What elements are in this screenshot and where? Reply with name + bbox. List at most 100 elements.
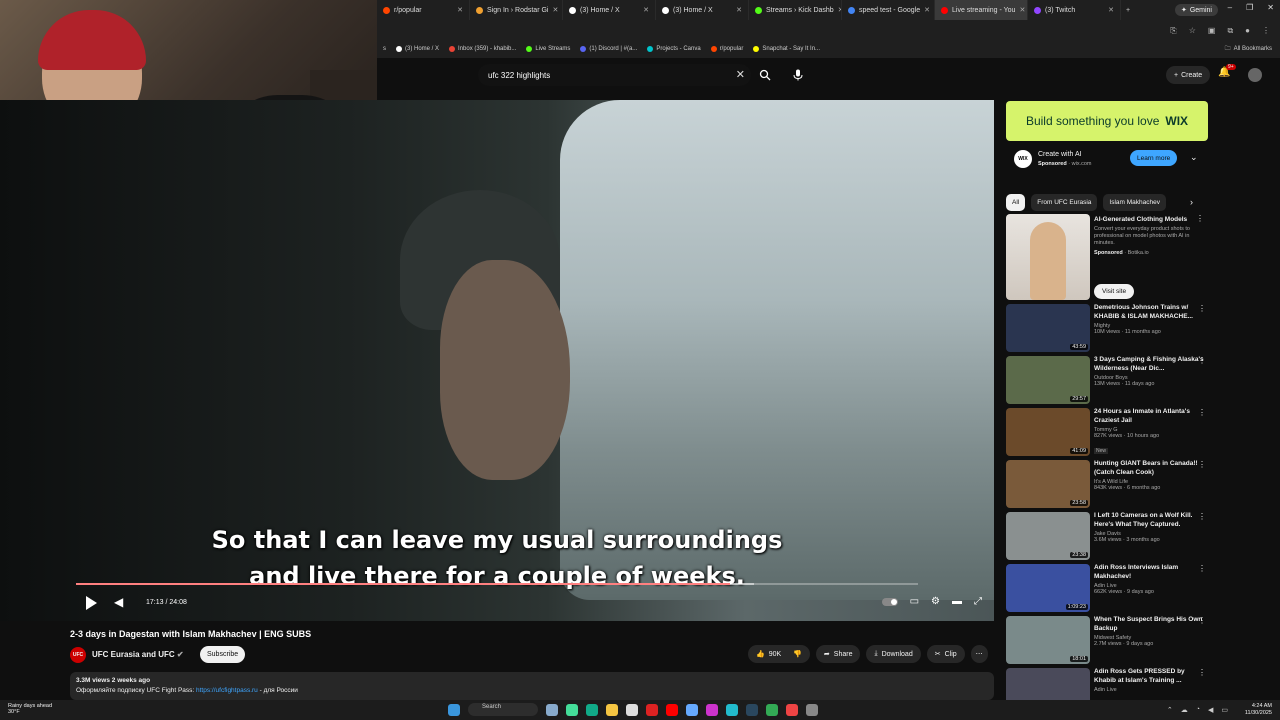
bookmark-star-icon[interactable]: ☆ [1189, 26, 1196, 36]
app-icon-green[interactable] [766, 703, 778, 716]
close-tab-icon[interactable]: ✕ [1019, 6, 1025, 14]
taskbar-search[interactable]: Search [468, 703, 538, 716]
copilot-icon[interactable] [566, 703, 578, 716]
recommended-video[interactable]: 23:58 Hunting GIANT Bears in Canada!! (C… [1006, 460, 1220, 508]
voice-search-button[interactable] [787, 64, 809, 86]
create-button[interactable]: + Create [1166, 66, 1211, 84]
close-tab-icon[interactable]: ✕ [736, 6, 742, 14]
windows-start-icon[interactable] [448, 703, 460, 716]
extensions-icon[interactable]: ⧉ [1227, 26, 1233, 36]
browser-tab[interactable]: Sign In › Rodstar Gi ✕ [470, 0, 563, 20]
bookmark-item[interactable]: Inbox (359) - khabib... [449, 46, 516, 52]
onedrive-icon[interactable]: ☁ [1181, 706, 1188, 714]
more-vert-icon[interactable]: ⋮ [1198, 564, 1206, 573]
recommended-video[interactable]: 1:09:23 Adin Ross Interviews Islam Makha… [1006, 564, 1220, 612]
gemini-button[interactable]: ✦ Gemini [1174, 4, 1218, 16]
browser-tab[interactable]: r/popular ✕ [377, 0, 470, 20]
bookmark-item[interactable]: Live Streams [526, 46, 570, 52]
visit-site-button[interactable]: Visit site [1094, 284, 1135, 299]
video-thumbnail[interactable]: 23:58 [1006, 460, 1090, 508]
more-vert-icon[interactable]: ⋮ [1198, 356, 1206, 365]
channel-name[interactable]: UFC Eurasia and UFC ✔ [92, 650, 184, 659]
steam-icon[interactable] [746, 703, 758, 716]
thumbs-down-icon[interactable]: 👎 [793, 650, 802, 658]
bookmark-item[interactable]: Projects - Canva [647, 46, 701, 52]
video-description[interactable]: 3.3M views 2 weeks ago Оформляйте подпис… [70, 672, 994, 700]
search-button[interactable] [753, 64, 777, 86]
description-link[interactable]: https://ufcfightpass.ru [196, 687, 258, 694]
filter-chip[interactable]: From UFC Eurasia [1031, 194, 1098, 211]
bookmark-item[interactable]: r/popular [710, 46, 743, 52]
volume-icon[interactable]: ◀ [114, 595, 123, 609]
sponsored-video[interactable]: AI-Generated Clothing Models Convert you… [1006, 214, 1220, 300]
settings-icon[interactable] [806, 703, 818, 716]
clear-search-icon[interactable]: ✕ [736, 68, 745, 81]
close-tab-icon[interactable]: ✕ [924, 6, 930, 14]
autoplay-toggle[interactable] [881, 597, 898, 606]
download-button[interactable]: ⤓ Download [866, 645, 921, 663]
filter-chip[interactable]: Islam Makhachev [1103, 194, 1166, 211]
sidebar-ad[interactable]: Build something you love WIX [1006, 101, 1208, 171]
app-icon-blue[interactable] [686, 703, 698, 716]
browser-tab[interactable]: (3) Home / X ✕ [656, 0, 749, 20]
settings-gear-icon[interactable]: ⚙ [931, 596, 940, 607]
bookmark-item[interactable]: (1) Discord | #(a... [580, 46, 637, 52]
notifications-button[interactable]: 🔔 9+ [1218, 64, 1236, 78]
volume-tray-icon[interactable]: ◀ [1208, 706, 1213, 714]
cast-icon[interactable]: ⎘ [1170, 26, 1176, 36]
video-thumbnail[interactable]: 43:59 [1006, 304, 1090, 352]
more-vert-icon[interactable]: ⋮ [1198, 512, 1206, 521]
close-tab-icon[interactable]: ✕ [1108, 6, 1114, 14]
video-player[interactable]: So that I can leave my usual surrounding… [0, 100, 994, 621]
bookmark-partial[interactable]: s [383, 46, 386, 52]
video-progress-bar[interactable] [76, 583, 918, 585]
app-icon-teal[interactable] [726, 703, 738, 716]
edge-icon[interactable] [586, 703, 598, 716]
share-button[interactable]: ➦ Share [815, 645, 861, 663]
weather-widget[interactable]: Rainy days ahead 30°F [8, 703, 52, 715]
close-tab-icon[interactable]: ✕ [457, 6, 463, 14]
more-actions-button[interactable]: ⋯ [970, 645, 988, 663]
chevron-down-icon[interactable]: ⌄ [1190, 152, 1198, 163]
all-bookmarks[interactable]: 🗀 All Bookmarks [1225, 44, 1272, 54]
ad-banner[interactable]: Build something you love WIX [1006, 101, 1208, 141]
like-button[interactable]: 👍 90K 👎 [748, 645, 810, 663]
browser-tab[interactable]: Live streaming - You ✕ [935, 0, 1028, 20]
captions-icon[interactable]: ▭ [910, 596, 919, 607]
theater-mode-icon[interactable]: ▬ [952, 596, 962, 607]
close-window-icon[interactable]: ✕ [1267, 3, 1274, 12]
learn-more-button[interactable]: Learn more [1130, 150, 1178, 166]
video-thumbnail[interactable]: 18:01 [1006, 616, 1090, 664]
more-vert-icon[interactable]: ⋮ [1198, 408, 1206, 417]
recommended-video[interactable]: 23:38 I Left 10 Cameras on a Wolf Kill. … [1006, 512, 1220, 560]
wifi-icon[interactable]: ◔ [1196, 706, 1200, 714]
recommended-video[interactable]: 41:09 24 Hours as Inmate in Atlanta's Cr… [1006, 408, 1220, 456]
profile-icon[interactable]: ● [1245, 26, 1250, 36]
browser-tab[interactable]: (3) Home / X ✕ [563, 0, 656, 20]
chevron-right-icon[interactable]: › [1190, 197, 1193, 207]
more-vert-icon[interactable]: ⋮ [1198, 668, 1206, 677]
fullscreen-icon[interactable]: ⤢ [974, 596, 982, 607]
clock[interactable]: 4:24 AM 11/30/2025 [1245, 703, 1272, 716]
subscribe-button[interactable]: Subscribe [200, 646, 246, 663]
youtube-app-icon[interactable] [666, 703, 678, 716]
filter-chip[interactable]: All [1006, 194, 1026, 211]
channel-avatar[interactable]: UFC [70, 647, 86, 663]
video-thumbnail[interactable]: 29:57 [1006, 356, 1090, 404]
widgets-icon[interactable] [546, 703, 558, 716]
more-vert-icon[interactable]: ⋮ [1198, 304, 1206, 313]
tray-chevron-icon[interactable]: ⌃ [1167, 706, 1173, 714]
file-explorer-icon[interactable] [606, 703, 618, 716]
close-tab-icon[interactable]: ✕ [643, 6, 649, 14]
sidepanel-icon[interactable]: ▣ [1208, 26, 1216, 36]
more-vert-icon[interactable]: ⋮ [1198, 616, 1206, 625]
bookmark-item[interactable]: (3) Home / X [396, 46, 439, 52]
minimize-icon[interactable]: – [1228, 3, 1232, 12]
battery-icon[interactable]: ▭ [1221, 706, 1228, 714]
video-thumbnail[interactable]: 41:09 [1006, 408, 1090, 456]
maximize-icon[interactable]: ❐ [1246, 3, 1253, 12]
recommended-video[interactable]: 29:57 3 Days Camping & Fishing Alaska's … [1006, 356, 1220, 404]
account-avatar[interactable] [1248, 68, 1262, 82]
new-tab-icon[interactable]: + [1121, 7, 1135, 14]
browser-tab[interactable]: Streams › Kick Dashb✕ [749, 0, 842, 20]
